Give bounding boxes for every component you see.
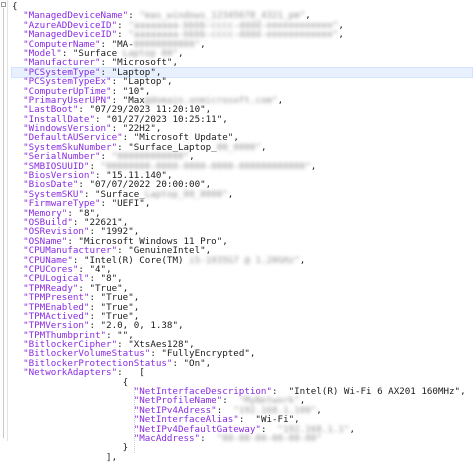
punctuation: , [299,254,306,266]
punctuation: : [172,357,184,369]
punctuation: , [277,94,284,106]
punctuation [128,367,139,378]
array-close-line[interactable]: ], [12,453,472,462]
punctuation: , [178,47,184,59]
punctuation: , [222,113,228,125]
fold-line [3,8,4,438]
punctuation: , [172,57,179,69]
punctuation: , [460,386,466,398]
punctuation: , [260,141,267,153]
punctuation: , [205,357,212,369]
close-brace: } [122,442,129,454]
json-value-redacted: i5-1035G7 @ 1.20GHz" [189,254,300,266]
punctuation: , [349,423,356,435]
punctuation: , [249,348,256,360]
indent-guide [134,387,135,454]
close-bracket: ], [106,451,118,463]
json-value-redacted: Laptop_00_0000" [144,188,228,200]
json-key: "MacAddress" [133,432,201,444]
fold-gutter [0,0,8,441]
punctuation: , [166,76,173,88]
json-editor[interactable]: { "ManagedDeviceName": "mas_windows_1234… [0,0,474,462]
fold-toggle-icon[interactable] [1,2,6,7]
punctuation: , [222,235,228,247]
punctuation: , [200,38,206,50]
open-bracket: [ [139,367,145,379]
punctuation: : [200,432,217,444]
json-value: "UEFI" [111,198,145,210]
json-value: "Intel(R) Wi-Fi 6 AX201 160MHz" [288,386,461,398]
punctuation: : [100,198,112,210]
punctuation: , [144,198,151,210]
code-area[interactable]: { "ManagedDeviceName": "mas_windows_1234… [11,2,473,462]
punctuation: , [227,188,234,200]
punctuation: , [178,320,184,332]
punctuation: , [316,404,322,416]
json-value: "On" [183,357,206,369]
json-value-redacted: 00_0000" [216,141,261,153]
punctuation [12,452,106,463]
punctuation: , [338,29,344,41]
json-value: "00-00-00-00-00-00" [216,432,322,444]
punctuation: , [310,160,317,172]
